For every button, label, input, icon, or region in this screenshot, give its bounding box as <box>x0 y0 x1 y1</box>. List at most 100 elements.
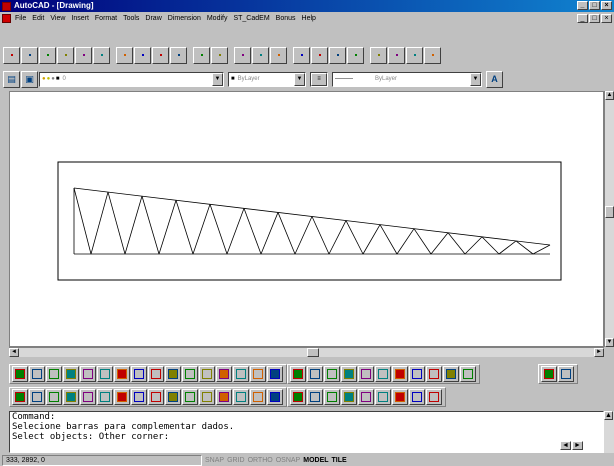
hat-icon[interactable] <box>131 389 147 405</box>
i-section-icon[interactable] <box>233 389 249 405</box>
fv-icon[interactable] <box>250 366 266 382</box>
menu-bonus[interactable]: Bonus <box>276 15 296 22</box>
redo-icon[interactable] <box>211 46 228 64</box>
scroll-left-icon[interactable]: ◄ <box>560 441 571 450</box>
report-icon[interactable] <box>426 389 442 405</box>
scroll-right-icon[interactable]: ► <box>572 441 583 450</box>
mode-model[interactable]: MODEL <box>303 457 328 464</box>
plate-icon[interactable] <box>341 366 357 382</box>
undo-icon[interactable] <box>193 46 210 64</box>
document-icon[interactable] <box>2 14 11 23</box>
save-icon[interactable] <box>39 46 56 64</box>
chevron-down-icon[interactable]: ≡ <box>311 72 327 86</box>
drawing-area[interactable] <box>9 91 604 347</box>
angle-icon[interactable] <box>375 366 391 382</box>
z-profile-icon[interactable] <box>165 389 181 405</box>
pencil-icon[interactable] <box>392 366 408 382</box>
layer-select[interactable]: ● ● ● ■ 0 ▼ <box>39 71 224 87</box>
chevron-down-icon[interactable]: ▼ <box>470 72 481 86</box>
blue-square-icon[interactable] <box>409 389 425 405</box>
maximize-button[interactable]: □ <box>589 1 600 10</box>
beam-icon[interactable] <box>29 366 45 382</box>
menu-tools[interactable]: Tools <box>123 15 139 22</box>
menu-file[interactable]: File <box>15 15 26 22</box>
zoom-window-icon[interactable] <box>388 46 405 64</box>
scroll-up-icon[interactable]: ▲ <box>605 91 614 100</box>
menu-edit[interactable]: Edit <box>32 15 44 22</box>
doc-restore-button[interactable]: □ <box>589 14 600 23</box>
support-icon[interactable] <box>114 366 130 382</box>
tree-icon[interactable] <box>324 389 340 405</box>
zoom-realtime-icon[interactable] <box>370 46 387 64</box>
dots-icon[interactable] <box>290 366 306 382</box>
command-scrollbar[interactable]: ▲ <box>604 411 614 453</box>
triangle-icon[interactable] <box>409 366 425 382</box>
column-icon[interactable] <box>46 366 62 382</box>
spell-icon[interactable] <box>93 46 110 64</box>
tee-icon[interactable] <box>114 389 130 405</box>
select-icon[interactable] <box>267 366 283 382</box>
extrude-icon[interactable] <box>199 389 215 405</box>
paste-icon[interactable] <box>152 46 169 64</box>
brush-icon[interactable] <box>307 389 323 405</box>
doc-minimize-button[interactable]: _ <box>577 14 588 23</box>
preview-icon[interactable] <box>75 46 92 64</box>
tracking-icon[interactable] <box>252 46 269 64</box>
channel-icon[interactable] <box>63 389 79 405</box>
scroll-up-icon[interactable]: ▲ <box>604 411 613 420</box>
ring-icon[interactable] <box>443 366 459 382</box>
menu-st-cadem[interactable]: ST_CadEM <box>233 15 269 22</box>
redraw-icon[interactable] <box>311 46 328 64</box>
launch-icon[interactable] <box>234 46 251 64</box>
menu-modify[interactable]: Modify <box>207 15 228 22</box>
color-select[interactable]: ■ ByLayer ▼ <box>228 71 306 87</box>
pan-icon[interactable] <box>347 46 364 64</box>
chevron-down-icon[interactable]: ▼ <box>212 72 223 86</box>
ucs-icon[interactable] <box>270 46 287 64</box>
copy-icon[interactable] <box>134 46 151 64</box>
chevron-down-icon[interactable]: ▼ <box>294 72 305 86</box>
scroll-down-icon[interactable]: ▼ <box>605 338 614 347</box>
menu-help[interactable]: Help <box>302 15 316 22</box>
i-profile-icon[interactable] <box>29 389 45 405</box>
table-icon[interactable] <box>358 389 374 405</box>
c-profile-icon[interactable] <box>12 389 28 405</box>
matchprop-icon[interactable] <box>170 46 187 64</box>
scroll-thumb[interactable] <box>605 206 614 218</box>
open-icon[interactable] <box>21 46 38 64</box>
mode-tile[interactable]: TILE <box>332 457 347 464</box>
angle-profile-icon[interactable] <box>97 389 113 405</box>
scroll-left-icon[interactable]: ◄ <box>9 348 19 357</box>
truss-icon[interactable] <box>12 366 28 382</box>
zoom-previous-icon[interactable] <box>406 46 423 64</box>
linetype-select[interactable]: ≡ <box>310 71 328 87</box>
c-section-icon[interactable] <box>182 389 198 405</box>
menu-draw[interactable]: Draw <box>145 15 161 22</box>
circle-icon[interactable] <box>199 366 215 382</box>
hatch-icon[interactable] <box>307 366 323 382</box>
mode-grid[interactable]: GRID <box>227 457 245 464</box>
weld-icon[interactable] <box>233 366 249 382</box>
grid-icon[interactable] <box>80 366 96 382</box>
vertical-scrollbar[interactable]: ▲ ▼ <box>604 91 614 347</box>
cross-icon[interactable] <box>426 366 442 382</box>
lineweight-select[interactable]: ——— ByLayer ▼ <box>332 71 482 87</box>
bolt-icon[interactable] <box>216 366 232 382</box>
grid2-icon[interactable] <box>250 389 266 405</box>
box-profile-icon[interactable] <box>46 389 62 405</box>
print-icon[interactable] <box>57 46 74 64</box>
load-icon[interactable] <box>131 366 147 382</box>
section-icon[interactable] <box>148 366 164 382</box>
menu-insert[interactable]: Insert <box>71 15 89 22</box>
mode-snap[interactable]: SNAP <box>205 457 224 464</box>
mode-osnap[interactable]: OSNAP <box>276 457 301 464</box>
list-icon[interactable] <box>460 366 476 382</box>
red-square-icon[interactable] <box>392 389 408 405</box>
horizontal-scrollbar[interactable]: ◄ ► <box>9 347 604 357</box>
help-icon[interactable] <box>424 46 441 64</box>
doc-close-button[interactable]: × <box>601 14 612 23</box>
pen-icon[interactable] <box>290 389 306 405</box>
menu-dimension[interactable]: Dimension <box>168 15 201 22</box>
minimize-button[interactable]: _ <box>577 1 588 10</box>
member-icon[interactable] <box>165 366 181 382</box>
